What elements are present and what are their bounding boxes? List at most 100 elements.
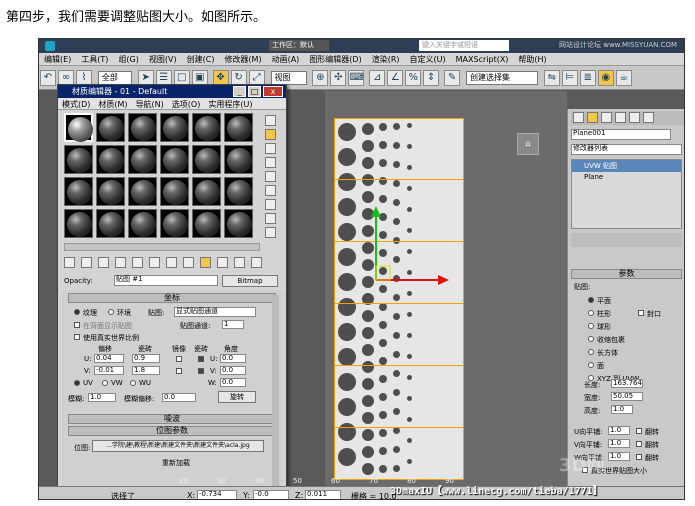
main-menu-item[interactable]: 渲染(R) — [367, 53, 405, 66]
undo-icon[interactable]: ↶ — [40, 70, 56, 86]
sample-slot-sphere[interactable] — [128, 177, 157, 206]
bitmap-params-header[interactable]: 位图参数 — [68, 426, 276, 436]
sample-slot-sphere[interactable] — [96, 145, 125, 174]
modifier-list-dropdown[interactable]: 修改器列表 — [571, 144, 682, 155]
spinner-snap-icon[interactable]: ⇕ — [423, 70, 440, 86]
background-icon[interactable] — [265, 143, 276, 154]
sample-slot-sphere[interactable] — [192, 177, 221, 206]
video-color-icon[interactable] — [265, 171, 276, 182]
search-input[interactable]: 键入关键字或短语 — [419, 40, 509, 51]
sample-slot-sphere[interactable] — [160, 145, 189, 174]
material-editor-icon[interactable]: ◉ — [597, 70, 614, 86]
sample-slot-sphere[interactable] — [64, 209, 93, 238]
sample-slot-sphere[interactable] — [96, 113, 125, 142]
sample-type-icon[interactable] — [265, 115, 276, 126]
sample-slot-sphere[interactable] — [64, 177, 93, 206]
u-flip-checkbox[interactable] — [636, 428, 642, 434]
select-manip-icon[interactable]: ✣ — [330, 70, 347, 86]
reset-map-icon[interactable] — [115, 257, 126, 268]
select-by-material-icon[interactable] — [265, 213, 276, 224]
z-coordinate-field[interactable]: 0.011 — [305, 490, 341, 499]
put-to-scene-icon[interactable] — [81, 257, 92, 268]
u-angle-field[interactable]: 0.0 — [220, 354, 246, 363]
sample-slot-sphere[interactable] — [96, 177, 125, 206]
height-field[interactable]: 1.0 — [611, 405, 633, 414]
show-back-checkbox[interactable] — [74, 322, 80, 328]
v-angle-field[interactable]: 0.0 — [220, 366, 246, 375]
u-tiling-field[interactable]: 0.9 — [132, 354, 160, 363]
main-menu-item[interactable]: 帮助(H) — [513, 53, 551, 66]
main-menu-item[interactable]: 工具(T) — [76, 53, 113, 66]
get-material-icon[interactable] — [64, 257, 75, 268]
uv-tiling-icon[interactable] — [265, 157, 276, 168]
mapping-radio[interactable] — [588, 336, 594, 342]
main-menu-item[interactable]: 图形编辑器(D) — [304, 53, 366, 66]
go-sibling-icon[interactable] — [251, 257, 262, 268]
v-tile-field[interactable]: 1.0 — [608, 439, 630, 448]
texture-radio[interactable] — [74, 309, 80, 315]
bitmap-path-button[interactable]: ...学院\建\教程\新建\新建文件夹\新建文件夹\acla.jpg — [92, 440, 264, 452]
named-selection-dropdown[interactable]: 创建选择集 — [466, 71, 538, 85]
angle-snap-icon[interactable]: ∠ — [387, 70, 404, 86]
assign-material-icon[interactable] — [98, 257, 109, 268]
mapping-radio[interactable] — [588, 323, 594, 329]
u-offset-field[interactable]: 0.04 — [94, 354, 124, 363]
u-mirror-checkbox[interactable] — [176, 356, 182, 362]
mapping-radio[interactable] — [588, 297, 594, 303]
params-rollout-header[interactable]: 参数 — [571, 269, 682, 279]
slot-scrollbar[interactable] — [64, 243, 260, 251]
blur-offset-field[interactable]: 0.0 — [162, 393, 196, 402]
cap-checkbox[interactable] — [638, 310, 644, 316]
material-id-icon[interactable] — [183, 257, 194, 268]
main-menu-item[interactable]: 创建(C) — [182, 53, 220, 66]
sample-slot-sphere[interactable] — [192, 145, 221, 174]
workspace-dropdown[interactable]: 工作区：默认 — [269, 40, 329, 51]
hierarchy-tab-icon[interactable] — [601, 112, 612, 123]
reference-coord-dropdown[interactable]: 视图 — [270, 71, 307, 85]
viewcube-icon[interactable]: ⌂ — [517, 133, 539, 155]
keyboard-shortcut-icon[interactable]: ⌨ — [348, 70, 365, 86]
v-tile-checkbox[interactable] — [198, 368, 204, 374]
reload-label[interactable]: 重新加载 — [162, 458, 190, 468]
sample-slot-sphere[interactable] — [224, 209, 253, 238]
sample-slot-sphere[interactable] — [160, 177, 189, 206]
map-type-button[interactable]: Bitmap — [222, 275, 278, 287]
options-icon[interactable] — [265, 199, 276, 210]
noise-rollout-header[interactable]: 噪波 — [68, 414, 276, 424]
utilities-tab-icon[interactable] — [643, 112, 654, 123]
main-menu-item[interactable]: 编辑(E) — [39, 53, 76, 66]
width-field[interactable]: 50.05 — [611, 392, 643, 401]
sample-slot-sphere[interactable] — [128, 145, 157, 174]
material-menu-item[interactable]: 导航(N) — [132, 98, 168, 111]
coords-rollout-header[interactable]: 坐标 — [68, 293, 276, 303]
display-tab-icon[interactable] — [629, 112, 640, 123]
sample-slot-sphere[interactable] — [96, 209, 125, 238]
material-menu-item[interactable]: 实用程序(U) — [204, 98, 256, 111]
v-mirror-checkbox[interactable] — [176, 368, 182, 374]
material-navigator-icon[interactable] — [265, 227, 276, 238]
stack-item-plane[interactable]: Plane — [572, 172, 681, 182]
align-icon[interactable]: ⊨ — [561, 70, 578, 86]
sample-slot-sphere[interactable] — [128, 113, 157, 142]
transform-gizmo[interactable] — [354, 204, 454, 299]
mirror-icon[interactable]: ⇋ — [543, 70, 560, 86]
sample-slot-sphere[interactable] — [160, 113, 189, 142]
close-button[interactable]: x — [263, 86, 283, 97]
plane-object[interactable] — [334, 118, 464, 490]
v-tiling-field[interactable]: 1.8 — [132, 366, 160, 375]
u-tile-checkbox[interactable] — [198, 356, 204, 362]
mapping-radio[interactable] — [588, 310, 594, 316]
mapping-radio[interactable] — [588, 362, 594, 368]
sample-slot-sphere[interactable] — [64, 145, 93, 174]
main-menu-item[interactable]: 视图(V) — [144, 53, 182, 66]
sample-slot-sphere[interactable] — [224, 145, 253, 174]
sample-slot-sphere[interactable] — [192, 209, 221, 238]
v-offset-field[interactable]: -0.01 — [94, 366, 124, 375]
v-flip-checkbox[interactable] — [636, 441, 642, 447]
y-coordinate-field[interactable]: -0.0 — [253, 490, 289, 499]
vw-radio[interactable] — [102, 380, 108, 386]
material-menu-item[interactable]: 材质(M) — [94, 98, 131, 111]
backlight-icon[interactable] — [265, 129, 276, 140]
stack-item-uvw[interactable]: UVW 贴图 — [572, 160, 681, 172]
make-preview-icon[interactable] — [265, 185, 276, 196]
